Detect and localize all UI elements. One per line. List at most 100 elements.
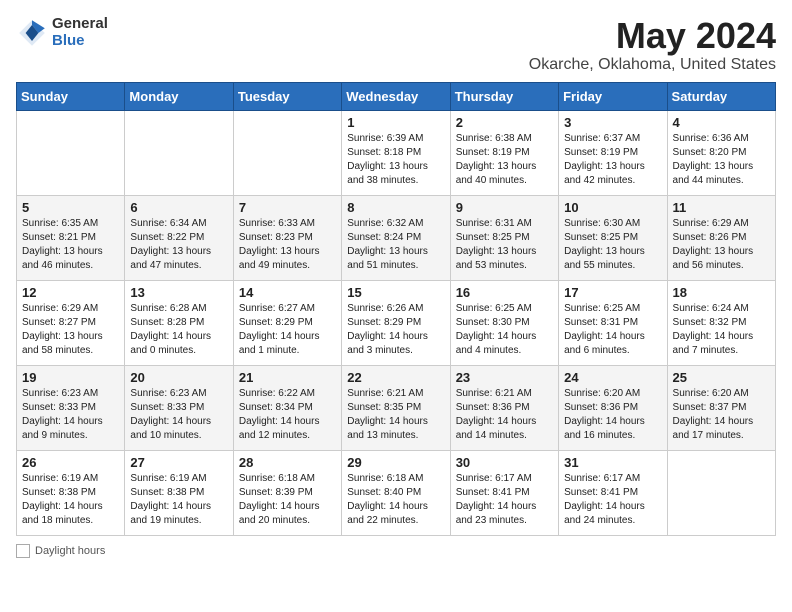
- calendar-cell: 31Sunrise: 6:17 AM Sunset: 8:41 PM Dayli…: [559, 450, 667, 535]
- day-info: Sunrise: 6:17 AM Sunset: 8:41 PM Dayligh…: [564, 472, 661, 528]
- calendar-cell: 26 Sunrise: 6:19 AM Sunset: 8:38 PM Dayli…: [17, 450, 125, 535]
- calendar-cell: 20Sunrise: 6:23 AM Sunset: 8:33 PM Dayli…: [125, 365, 233, 450]
- calendar-cell: 17 Sunrise: 6:25 AM Sunset: 8:31 PM Dayli…: [559, 280, 667, 365]
- day-number: 4: [673, 115, 770, 130]
- day-info: Sunrise: 6:20 AM Sunset: 8:37 PM Dayligh…: [673, 387, 770, 443]
- weekday-header-wednesday: Wednesday: [342, 82, 450, 110]
- day-info: Sunrise: 6:23 AM Sunset: 8:33 PM Dayligh…: [22, 387, 119, 443]
- calendar-table: SundayMondayTuesdayWednesdayThursdayFrid…: [16, 82, 776, 536]
- weekday-header-monday: Monday: [125, 82, 233, 110]
- daylight-swatch: [16, 544, 30, 558]
- calendar-cell: 3 Sunrise: 6:37 AM Sunset: 8:19 PM Daylig…: [559, 110, 667, 195]
- day-info: Sunrise: 6:34 AM Sunset: 8:22 PM Dayligh…: [130, 217, 227, 273]
- day-number: 25: [673, 370, 770, 385]
- calendar-cell: 8 Sunrise: 6:32 AM Sunset: 8:24 PM Daylig…: [342, 195, 450, 280]
- day-info: Sunrise: 6:25 AM Sunset: 8:31 PM Dayligh…: [564, 302, 661, 358]
- day-number: 20: [130, 370, 227, 385]
- calendar-cell: 12 Sunrise: 6:29 AM Sunset: 8:27 PM Dayli…: [17, 280, 125, 365]
- weekday-header-tuesday: Tuesday: [233, 82, 341, 110]
- day-number: 24: [564, 370, 661, 385]
- calendar-footer: Daylight hours: [16, 544, 776, 558]
- day-number: 29: [347, 455, 444, 470]
- weekday-header-row: SundayMondayTuesdayWednesdayThursdayFrid…: [17, 82, 776, 110]
- day-number: 26: [22, 455, 119, 470]
- daylight-legend: Daylight hours: [16, 544, 105, 558]
- calendar-cell: 25 Sunrise: 6:20 AM Sunset: 8:37 PM Dayli…: [667, 365, 775, 450]
- day-number: 10: [564, 200, 661, 215]
- day-info: Sunrise: 6:26 AM Sunset: 8:29 PM Dayligh…: [347, 302, 444, 358]
- day-number: 28: [239, 455, 336, 470]
- week-row-4: 19Sunrise: 6:23 AM Sunset: 8:33 PM Dayli…: [17, 365, 776, 450]
- calendar-cell: [233, 110, 341, 195]
- daylight-label: Daylight hours: [35, 545, 105, 557]
- day-info: Sunrise: 6:18 AM Sunset: 8:39 PM Dayligh…: [239, 472, 336, 528]
- calendar-cell: 23 Sunrise: 6:21 AM Sunset: 8:36 PM Dayli…: [450, 365, 558, 450]
- week-row-5: 26 Sunrise: 6:19 AM Sunset: 8:38 PM Dayli…: [17, 450, 776, 535]
- weekday-header-thursday: Thursday: [450, 82, 558, 110]
- day-number: 1: [347, 115, 444, 130]
- day-number: 3: [564, 115, 661, 130]
- day-number: 14: [239, 285, 336, 300]
- day-info: Sunrise: 6:29 AM Sunset: 8:27 PM Dayligh…: [22, 302, 119, 358]
- calendar-cell: [667, 450, 775, 535]
- weekday-header-saturday: Saturday: [667, 82, 775, 110]
- day-info: Sunrise: 6:20 AM Sunset: 8:36 PM Dayligh…: [564, 387, 661, 443]
- day-number: 11: [673, 200, 770, 215]
- logo-general-text: General: [52, 16, 108, 33]
- calendar-cell: 21Sunrise: 6:22 AM Sunset: 8:34 PM Dayli…: [233, 365, 341, 450]
- day-info: Sunrise: 6:30 AM Sunset: 8:25 PM Dayligh…: [564, 217, 661, 273]
- day-number: 2: [456, 115, 553, 130]
- calendar-cell: 2 Sunrise: 6:38 AM Sunset: 8:19 PM Daylig…: [450, 110, 558, 195]
- day-number: 5: [22, 200, 119, 215]
- calendar-cell: 15Sunrise: 6:26 AM Sunset: 8:29 PM Dayli…: [342, 280, 450, 365]
- calendar-cell: 4 Sunrise: 6:36 AM Sunset: 8:20 PM Daylig…: [667, 110, 775, 195]
- day-info: Sunrise: 6:39 AM Sunset: 8:18 PM Dayligh…: [347, 132, 444, 188]
- calendar-cell: 24 Sunrise: 6:20 AM Sunset: 8:36 PM Dayli…: [559, 365, 667, 450]
- day-info: Sunrise: 6:35 AM Sunset: 8:21 PM Dayligh…: [22, 217, 119, 273]
- day-number: 17: [564, 285, 661, 300]
- day-info: Sunrise: 6:37 AM Sunset: 8:19 PM Dayligh…: [564, 132, 661, 188]
- day-number: 23: [456, 370, 553, 385]
- calendar-cell: 6Sunrise: 6:34 AM Sunset: 8:22 PM Daylig…: [125, 195, 233, 280]
- calendar-cell: 7 Sunrise: 6:33 AM Sunset: 8:23 PM Daylig…: [233, 195, 341, 280]
- weekday-header-friday: Friday: [559, 82, 667, 110]
- calendar-cell: 5 Sunrise: 6:35 AM Sunset: 8:21 PM Daylig…: [17, 195, 125, 280]
- day-number: 7: [239, 200, 336, 215]
- day-info: Sunrise: 6:31 AM Sunset: 8:25 PM Dayligh…: [456, 217, 553, 273]
- day-number: 8: [347, 200, 444, 215]
- day-info: Sunrise: 6:32 AM Sunset: 8:24 PM Dayligh…: [347, 217, 444, 273]
- day-info: Sunrise: 6:18 AM Sunset: 8:40 PM Dayligh…: [347, 472, 444, 528]
- calendar-cell: 9Sunrise: 6:31 AM Sunset: 8:25 PM Daylig…: [450, 195, 558, 280]
- day-number: 27: [130, 455, 227, 470]
- calendar-cell: 1 Sunrise: 6:39 AM Sunset: 8:18 PM Daylig…: [342, 110, 450, 195]
- calendar-cell: 28 Sunrise: 6:18 AM Sunset: 8:39 PM Dayli…: [233, 450, 341, 535]
- weekday-header-sunday: Sunday: [17, 82, 125, 110]
- calendar-cell: 14Sunrise: 6:27 AM Sunset: 8:29 PM Dayli…: [233, 280, 341, 365]
- month-title: May 2024: [529, 16, 776, 56]
- calendar-cell: 29 Sunrise: 6:18 AM Sunset: 8:40 PM Dayli…: [342, 450, 450, 535]
- day-info: Sunrise: 6:33 AM Sunset: 8:23 PM Dayligh…: [239, 217, 336, 273]
- calendar-cell: 13Sunrise: 6:28 AM Sunset: 8:28 PM Dayli…: [125, 280, 233, 365]
- day-number: 13: [130, 285, 227, 300]
- calendar-cell: 16Sunrise: 6:25 AM Sunset: 8:30 PM Dayli…: [450, 280, 558, 365]
- day-info: Sunrise: 6:21 AM Sunset: 8:35 PM Dayligh…: [347, 387, 444, 443]
- day-number: 12: [22, 285, 119, 300]
- day-info: Sunrise: 6:36 AM Sunset: 8:20 PM Dayligh…: [673, 132, 770, 188]
- logo-icon: [16, 17, 48, 49]
- calendar-cell: 10 Sunrise: 6:30 AM Sunset: 8:25 PM Dayli…: [559, 195, 667, 280]
- day-info: Sunrise: 6:19 AM Sunset: 8:38 PM Dayligh…: [22, 472, 119, 528]
- page-header: General Blue May 2024 Okarche, Oklahoma,…: [16, 16, 776, 74]
- calendar-cell: 19Sunrise: 6:23 AM Sunset: 8:33 PM Dayli…: [17, 365, 125, 450]
- calendar-cell: 18 Sunrise: 6:24 AM Sunset: 8:32 PM Dayli…: [667, 280, 775, 365]
- day-info: Sunrise: 6:24 AM Sunset: 8:32 PM Dayligh…: [673, 302, 770, 358]
- logo-blue-text: Blue: [52, 33, 108, 50]
- day-number: 18: [673, 285, 770, 300]
- calendar-cell: 11Sunrise: 6:29 AM Sunset: 8:26 PM Dayli…: [667, 195, 775, 280]
- day-info: Sunrise: 6:21 AM Sunset: 8:36 PM Dayligh…: [456, 387, 553, 443]
- day-number: 30: [456, 455, 553, 470]
- day-info: Sunrise: 6:22 AM Sunset: 8:34 PM Dayligh…: [239, 387, 336, 443]
- day-info: Sunrise: 6:17 AM Sunset: 8:41 PM Dayligh…: [456, 472, 553, 528]
- day-info: Sunrise: 6:38 AM Sunset: 8:19 PM Dayligh…: [456, 132, 553, 188]
- week-row-2: 5 Sunrise: 6:35 AM Sunset: 8:21 PM Daylig…: [17, 195, 776, 280]
- day-info: Sunrise: 6:19 AM Sunset: 8:38 PM Dayligh…: [130, 472, 227, 528]
